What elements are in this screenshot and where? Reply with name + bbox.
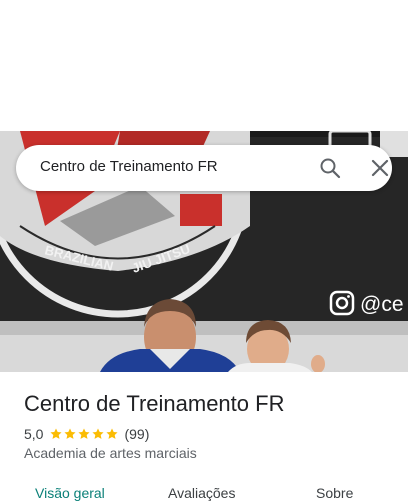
place-category: Academia de artes marciais (24, 445, 197, 461)
tab-overview[interactable]: Visão geral (35, 485, 105, 501)
place-title: Centro de Treinamento FR (24, 391, 285, 416)
close-icon[interactable] (370, 158, 390, 178)
star-icon (50, 428, 63, 439)
tab-about[interactable]: Sobre (316, 485, 353, 501)
tab-reviews[interactable]: Avaliações (168, 485, 235, 501)
place-info-panel: Centro de Treinamento FR 5,0 (99) Academ… (0, 372, 408, 504)
star-rating (49, 427, 119, 441)
star-icon (106, 428, 119, 439)
star-icon (64, 428, 77, 439)
search-input[interactable]: Centro de Treinamento FR (40, 158, 218, 175)
search-icon[interactable] (319, 157, 341, 179)
star-icon (92, 428, 105, 439)
search-bar[interactable]: Centro de Treinamento FR (16, 145, 392, 191)
map-blank-area (0, 0, 408, 131)
tab-bar: Visão geral Avaliações Sobre (0, 484, 408, 504)
rating-value: 5,0 (24, 426, 44, 442)
instagram-handle: @ce (360, 293, 404, 316)
review-count[interactable]: (99) (124, 426, 149, 442)
rating-row[interactable]: 5,0 (99) (24, 425, 149, 443)
star-icon (78, 428, 91, 439)
